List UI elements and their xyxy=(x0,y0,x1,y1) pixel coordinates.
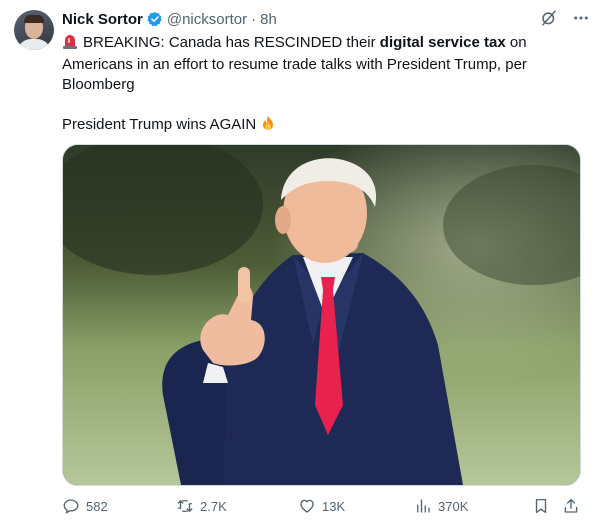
fire-emoji-icon xyxy=(260,115,276,137)
more-icon[interactable] xyxy=(572,9,590,27)
separator-dot: · xyxy=(251,10,257,28)
author-name[interactable]: Nick Sortor xyxy=(62,11,143,28)
tweet-card[interactable]: Nick Sortor @nicksortor · 8h BREAKING: C… xyxy=(0,0,604,525)
avatar[interactable] xyxy=(14,10,54,50)
repost-button[interactable]: 2.7K xyxy=(176,497,227,515)
bookmark-icon xyxy=(535,498,547,514)
rotating-light-emoji-icon xyxy=(62,33,78,55)
share-icon xyxy=(564,498,578,513)
tweet-text-part: BREAKING: Canada has RESCINDED their xyxy=(83,34,380,51)
tweet-header: Nick Sortor @nicksortor · 8h xyxy=(62,9,277,29)
views-count: 370K xyxy=(438,498,469,514)
tweet-text-bold: digital service tax xyxy=(379,34,506,51)
reply-count: 582 xyxy=(86,498,108,514)
reply-icon xyxy=(63,499,79,514)
grok-icon[interactable] xyxy=(540,9,558,27)
tweet-text-line2: President Trump wins AGAIN xyxy=(62,116,257,133)
views-button[interactable]: 370K xyxy=(414,497,468,515)
like-button[interactable]: 13K xyxy=(298,497,345,515)
views-icon xyxy=(417,499,430,513)
tweet-text: BREAKING: Canada has RESCINDED their dig… xyxy=(62,33,582,137)
tweet-image-photo xyxy=(63,145,580,485)
repost-icon xyxy=(177,500,193,512)
tweet-image[interactable] xyxy=(62,144,581,486)
verified-badge-icon[interactable] xyxy=(147,11,163,27)
like-icon xyxy=(300,499,314,513)
author-handle[interactable]: @nicksortor xyxy=(167,11,247,28)
bookmark-button[interactable] xyxy=(532,497,550,515)
timestamp[interactable]: 8h xyxy=(260,11,277,28)
share-button[interactable] xyxy=(562,497,580,515)
like-count: 13K xyxy=(322,498,346,514)
repost-count: 2.7K xyxy=(200,498,227,514)
reply-button[interactable]: 582 xyxy=(62,497,108,515)
tweet-actions: 582 2.7K 13K 370K xyxy=(62,496,582,516)
